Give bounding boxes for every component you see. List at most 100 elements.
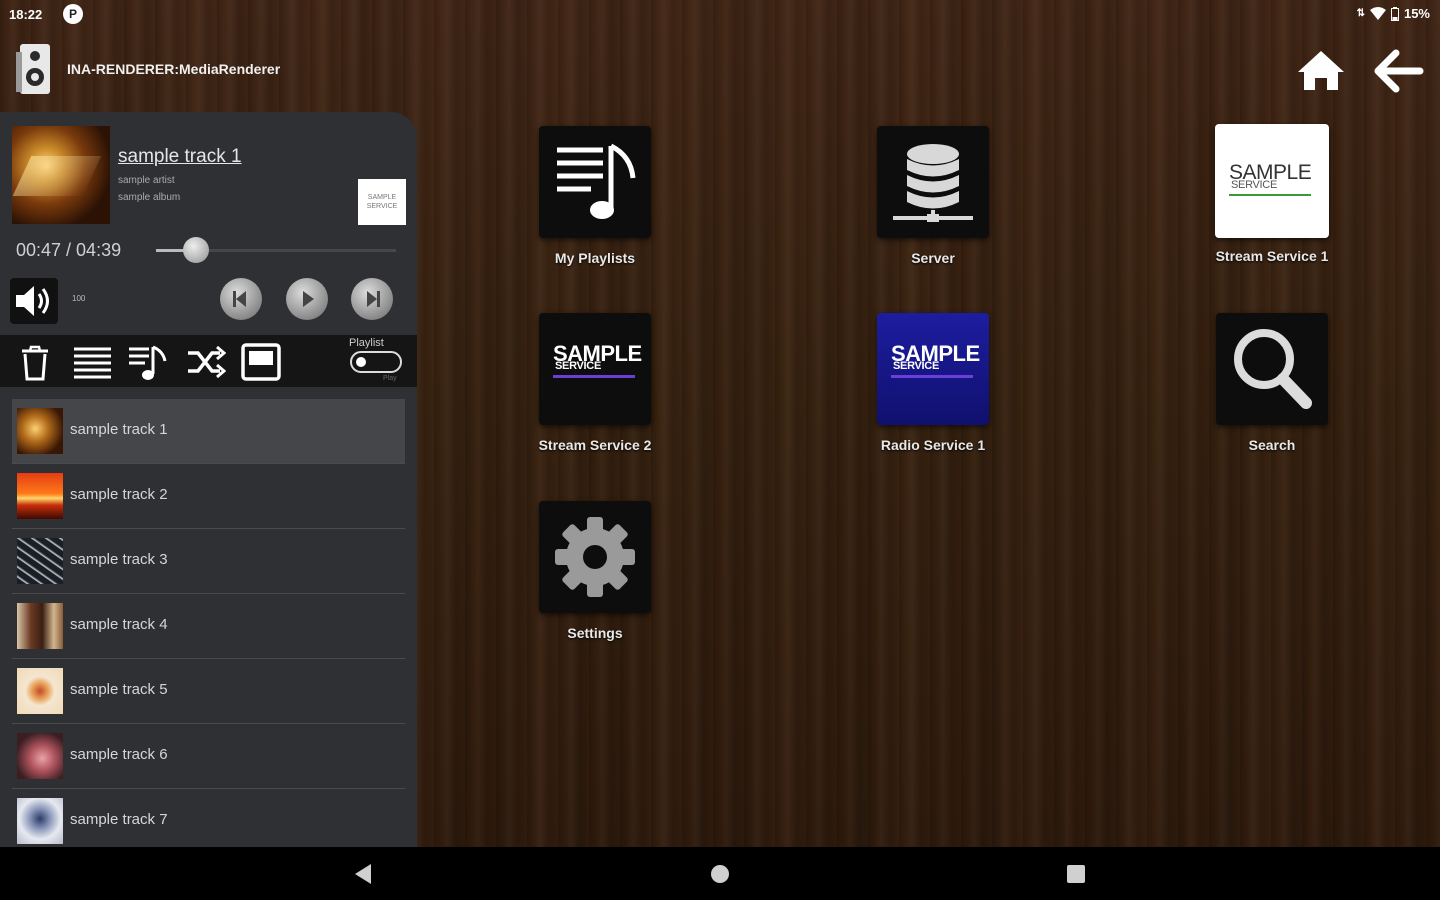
track-row[interactable]: sample track 7 [12, 789, 405, 847]
playlist-toolbar: Playlist Play [0, 335, 417, 387]
tile-radio-service-1[interactable]: SAMPLE SERVICE Radio Service 1 [863, 313, 1003, 453]
tile-icon-box [539, 126, 651, 238]
track-artwork [17, 473, 63, 519]
add-to-playlist-button[interactable] [127, 341, 169, 383]
previous-icon [233, 291, 246, 307]
tile-icon-box [1216, 313, 1328, 425]
status-bar: 18:22 P ⇅ 15% [0, 0, 1440, 28]
next-button[interactable] [351, 278, 393, 320]
status-time: 18:22 [9, 7, 43, 22]
tile-icon-box [877, 126, 989, 238]
track-title: sample track 5 [70, 681, 168, 698]
tile-icon-box: SAMPLE SERVICE [539, 313, 651, 425]
next-icon [367, 291, 380, 307]
now-playing-album: sample album [118, 192, 181, 203]
service-logo-bar [891, 375, 973, 378]
track-list: sample track 1 sample track 2 sample tra… [12, 399, 405, 847]
volume-icon [16, 286, 49, 316]
window-icon [241, 343, 281, 381]
playback-time: 00:47 / 04:39 [16, 240, 122, 260]
tile-stream-service-2[interactable]: SAMPLE SERVICE Stream Service 2 [525, 313, 665, 453]
home-button[interactable] [1294, 48, 1348, 94]
volume-button[interactable] [10, 278, 58, 324]
tile-label: Search [1248, 437, 1296, 453]
track-row[interactable]: sample track 3 [12, 529, 405, 594]
header: INA-RENDERER:MediaRenderer [0, 36, 1440, 106]
sample-service-logo: SAMPLE SERVICE [1215, 162, 1329, 196]
track-artwork [17, 733, 63, 779]
playlist-toggle-label: Playlist [349, 337, 384, 349]
tile-settings[interactable]: Settings [525, 501, 665, 641]
nav-home-button[interactable] [707, 861, 733, 887]
battery-percent: 15% [1403, 6, 1430, 21]
track-row[interactable]: sample track 4 [12, 594, 405, 659]
track-artwork [17, 603, 63, 649]
tile-label: Server [911, 250, 955, 266]
playlist-icon [557, 143, 636, 219]
speaker-icon[interactable] [14, 42, 54, 96]
tile-label: My Playlists [554, 250, 636, 266]
now-playing-title[interactable]: sample track 1 [118, 146, 242, 168]
seek-bar-thumb[interactable] [183, 237, 210, 263]
back-button[interactable] [1370, 48, 1424, 94]
fullscreen-button[interactable] [240, 341, 282, 383]
tile-server[interactable]: Server [863, 126, 1003, 266]
tile-label: Settings [567, 625, 623, 641]
now-playing-service-logo: SAMPLE SERVICE [358, 179, 406, 225]
tile-icon-box: SAMPLE SERVICE [877, 313, 989, 425]
track-row[interactable]: sample track 5 [12, 659, 405, 724]
back-arrow-icon [1374, 49, 1424, 93]
search-icon [1234, 329, 1312, 409]
previous-button[interactable] [220, 278, 262, 320]
status-indicators: ⇅ 15% [1357, 6, 1430, 21]
service-logo-bar [1229, 194, 1311, 196]
nav-recents-button[interactable] [1063, 861, 1089, 887]
nav-recents-icon [1067, 865, 1085, 883]
now-playing-artwork[interactable] [12, 126, 110, 224]
nav-back-button[interactable] [351, 861, 377, 887]
tile-label: Stream Service 2 [538, 437, 652, 453]
tile-my-playlists[interactable]: My Playlists [525, 126, 665, 266]
track-row[interactable]: sample track 2 [12, 464, 405, 529]
notification-icon: P [63, 4, 83, 24]
shuffle-icon [188, 345, 227, 379]
player-panel: sample track 1 sample artist sample albu… [0, 112, 417, 847]
tile-icon-box [539, 501, 651, 613]
track-row[interactable]: sample track 1 [12, 399, 405, 464]
playlist-toggle[interactable] [350, 351, 402, 373]
tile-icon-box: SAMPLE SERVICE [1215, 124, 1329, 238]
tile-stream-service-1[interactable]: SAMPLE SERVICE Stream Service 1 [1202, 124, 1342, 264]
renderer-name[interactable]: INA-RENDERER:MediaRenderer [67, 61, 280, 77]
delete-button[interactable] [14, 341, 56, 383]
navigation-bar [0, 847, 1440, 900]
trash-icon [22, 345, 48, 381]
sample-service-logo: SAMPLE SERVICE [539, 343, 651, 378]
now-playing-artist: sample artist [118, 175, 175, 186]
track-title: sample track 7 [70, 811, 168, 828]
track-artwork [17, 668, 63, 714]
track-row[interactable]: sample track 6 [12, 724, 405, 789]
data-arrows-icon: ⇅ [1356, 8, 1365, 19]
wifi-icon [1369, 6, 1386, 20]
music-note-list-icon [129, 345, 167, 380]
gear-icon [555, 517, 635, 597]
shuffle-button[interactable] [184, 341, 227, 383]
play-icon [303, 291, 314, 307]
service-logo-bar [553, 375, 635, 378]
track-title: sample track 1 [70, 421, 168, 438]
playlist-toggle-knob [356, 357, 366, 367]
track-artwork [17, 408, 63, 454]
battery-icon [1390, 6, 1399, 21]
home-icon [1298, 51, 1344, 90]
track-title: sample track 2 [70, 486, 168, 503]
volume-value: 100 [72, 294, 86, 303]
list-view-button[interactable] [71, 341, 113, 383]
tile-label: Stream Service 1 [1215, 248, 1329, 264]
track-artwork [17, 798, 63, 844]
nav-home-icon [711, 865, 729, 883]
sample-service-logo: SAMPLE SERVICE [877, 343, 989, 378]
play-button[interactable] [286, 278, 328, 320]
tile-search[interactable]: Search [1202, 313, 1342, 453]
track-title: sample track 3 [70, 551, 168, 568]
tile-label: Radio Service 1 [880, 437, 986, 453]
